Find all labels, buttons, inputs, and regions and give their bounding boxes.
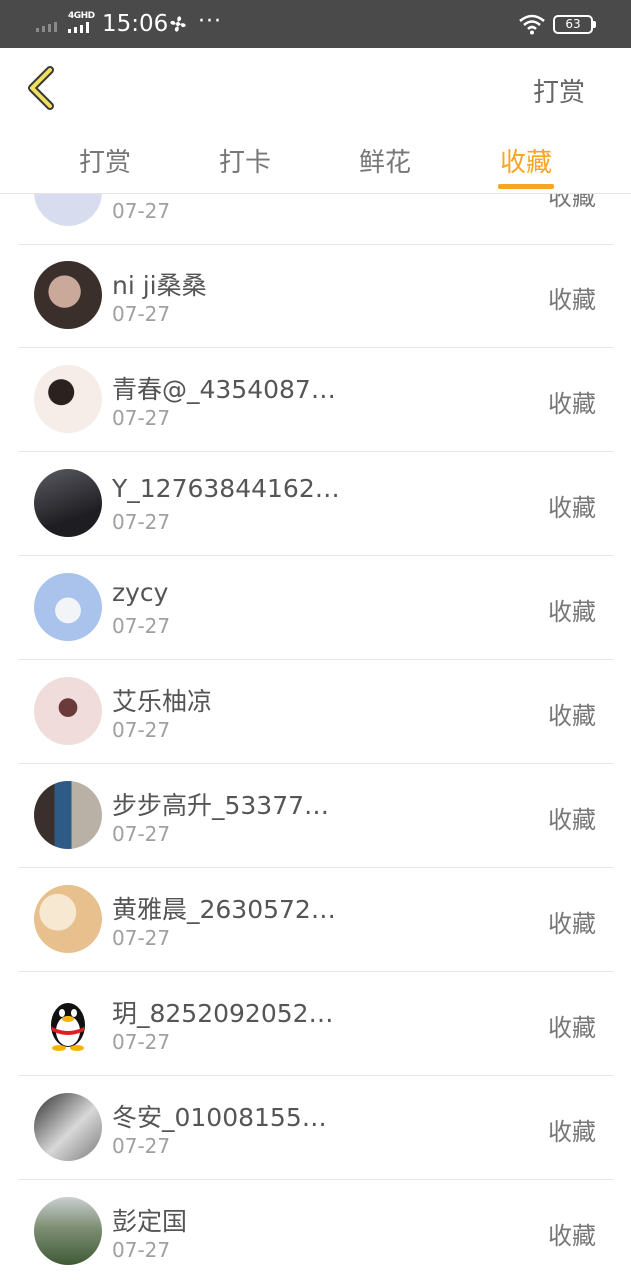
header: 打赏 bbox=[0, 48, 631, 128]
item-date: 07-27 bbox=[112, 926, 171, 950]
user-name: ni ji桑桑 bbox=[112, 271, 207, 300]
user-name: 青春@_4354087… bbox=[112, 375, 336, 404]
signal-icon bbox=[68, 22, 89, 33]
list-item[interactable]: Y_12763844162… 07-27 收藏 bbox=[18, 452, 614, 556]
status-time: 15:06 bbox=[102, 11, 169, 37]
avatar bbox=[34, 1197, 102, 1265]
item-action: 收藏 bbox=[548, 286, 596, 314]
favorites-list: 07-27 收藏 ni ji桑桑 07-27 收藏 青春@_4354087… 0… bbox=[0, 194, 631, 1280]
user-name: 步步高升_53377… bbox=[112, 791, 330, 820]
item-date: 07-27 bbox=[112, 1134, 171, 1158]
tab-reward[interactable]: 打赏 bbox=[60, 142, 150, 179]
item-date: 07-27 bbox=[112, 1030, 171, 1054]
user-name: 玥_8252092052… bbox=[112, 999, 334, 1028]
item-date: 07-27 bbox=[112, 1238, 171, 1262]
list-item[interactable]: 黄雅晨_2630572… 07-27 收藏 bbox=[18, 868, 614, 972]
list-item[interactable]: 07-27 收藏 bbox=[18, 194, 614, 245]
avatar bbox=[34, 365, 102, 433]
item-date: 07-27 bbox=[112, 614, 171, 638]
user-name: zycy bbox=[112, 578, 169, 607]
user-name: 黄雅晨_2630572… bbox=[112, 895, 336, 924]
battery-icon: 63 bbox=[553, 15, 596, 34]
avatar bbox=[34, 573, 102, 641]
item-date: 07-27 bbox=[112, 199, 171, 223]
user-name: 彭定国 bbox=[112, 1207, 188, 1236]
back-button[interactable] bbox=[22, 64, 62, 112]
item-action: 收藏 bbox=[548, 1222, 596, 1250]
item-action: 收藏 bbox=[548, 390, 596, 418]
list-item[interactable]: ni ji桑桑 07-27 收藏 bbox=[18, 244, 614, 348]
user-name: Y_12763844162… bbox=[112, 474, 340, 503]
list-item[interactable]: 冬安_01008155… 07-27 收藏 bbox=[18, 1076, 614, 1180]
list-item[interactable]: 青春@_4354087… 07-27 收藏 bbox=[18, 348, 614, 452]
battery-level: 63 bbox=[565, 17, 581, 31]
list-item[interactable]: zycy 07-27 收藏 bbox=[18, 556, 614, 660]
item-action: 收藏 bbox=[548, 702, 596, 730]
status-bar: 4GHD 15:06 ··· 63 bbox=[0, 0, 631, 48]
avatar bbox=[34, 1093, 102, 1161]
item-action: 收藏 bbox=[548, 1118, 596, 1146]
fan-icon bbox=[170, 16, 186, 32]
list-item[interactable]: 玥_8252092052… 07-27 收藏 bbox=[18, 972, 614, 1076]
wifi-icon bbox=[519, 14, 545, 35]
list-item[interactable]: 步步高升_53377… 07-27 收藏 bbox=[18, 764, 614, 868]
active-tab-indicator bbox=[498, 184, 554, 189]
avatar bbox=[34, 469, 102, 537]
reward-button[interactable]: 打赏 bbox=[533, 72, 585, 109]
item-action: 收藏 bbox=[548, 494, 596, 522]
avatar bbox=[34, 677, 102, 745]
user-name: 艾乐柚凉 bbox=[112, 687, 213, 716]
list-item[interactable]: 艾乐柚凉 07-27 收藏 bbox=[18, 660, 614, 764]
avatar bbox=[34, 989, 102, 1057]
penguin-avatar-icon bbox=[51, 1003, 85, 1051]
item-action: 收藏 bbox=[548, 910, 596, 938]
tab-favorites[interactable]: 收藏 bbox=[481, 142, 571, 179]
avatar bbox=[34, 261, 102, 329]
tab-bar: 打赏 打卡 鲜花 收藏 bbox=[0, 128, 631, 194]
item-action: 收藏 bbox=[548, 806, 596, 834]
item-action: 收藏 bbox=[548, 598, 596, 626]
network-type: 4GHD bbox=[68, 11, 95, 21]
item-date: 07-27 bbox=[112, 406, 171, 430]
item-action: 收藏 bbox=[548, 1014, 596, 1042]
signal-weak-icon bbox=[36, 22, 57, 32]
item-date: 07-27 bbox=[112, 822, 171, 846]
item-action: 收藏 bbox=[548, 194, 596, 211]
item-date: 07-27 bbox=[112, 718, 171, 742]
item-date: 07-27 bbox=[112, 302, 171, 326]
tab-checkin[interactable]: 打卡 bbox=[200, 142, 290, 179]
avatar bbox=[34, 194, 102, 226]
tab-flowers[interactable]: 鲜花 bbox=[340, 142, 430, 179]
avatar bbox=[34, 885, 102, 953]
item-date: 07-27 bbox=[112, 510, 171, 534]
more-notifications-icon: ··· bbox=[198, 9, 222, 34]
list-item[interactable]: 彭定国 07-27 收藏 bbox=[18, 1180, 614, 1280]
avatar bbox=[34, 781, 102, 849]
user-name: 冬安_01008155… bbox=[112, 1103, 327, 1132]
